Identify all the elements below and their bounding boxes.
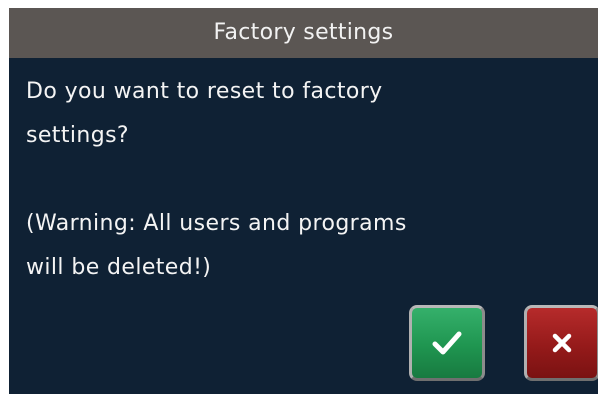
- message-line-1: Do you want to reset to factory: [26, 79, 383, 104]
- cancel-button[interactable]: [524, 305, 598, 381]
- warning-line-1: (Warning: All users and programs: [26, 211, 407, 236]
- warning-line-2: will be deleted!): [26, 255, 212, 280]
- checkmark-icon: [432, 330, 462, 356]
- dialog-message: Do you want to reset to factory settings…: [26, 70, 566, 290]
- dialog-title: Factory settings: [9, 8, 598, 58]
- confirm-button[interactable]: [409, 305, 485, 381]
- close-icon: [551, 332, 573, 354]
- message-spacer: [26, 158, 566, 202]
- message-line-2: settings?: [26, 123, 130, 148]
- factory-settings-dialog: Factory settings Do you want to reset to…: [9, 8, 598, 394]
